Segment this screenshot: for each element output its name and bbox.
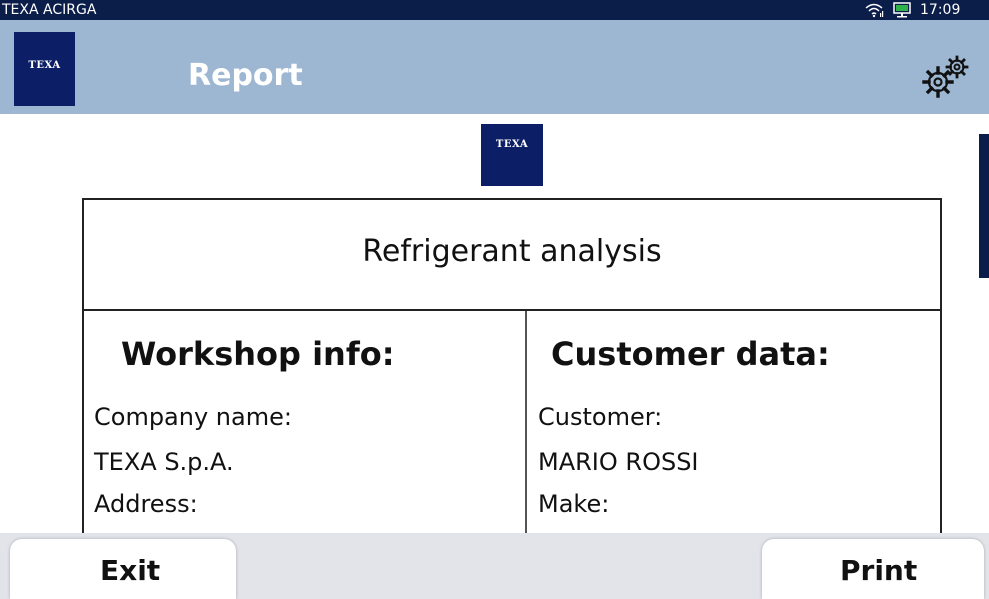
exit-button[interactable]: Exit <box>10 539 236 599</box>
report-title-row: Refrigerant analysis <box>84 200 940 311</box>
workshop-field-label: Address: <box>94 490 198 518</box>
customer-field-label: Customer: <box>538 403 663 431</box>
customer-field-value: MARIO ROSSI <box>538 448 699 476</box>
print-button[interactable]: Print <box>762 539 984 599</box>
workshop-info-heading: Workshop info: <box>121 335 395 373</box>
gears-icon <box>922 55 969 98</box>
network-icon <box>893 2 911 18</box>
customer-data-heading: Customer data: <box>551 335 830 373</box>
status-app-name: TEXA ACIRGA <box>2 2 97 18</box>
report-title: Refrigerant analysis <box>362 234 662 269</box>
print-button-label: Print <box>840 554 918 587</box>
status-time: 17:09 <box>920 2 961 18</box>
scrollbar[interactable] <box>979 134 989 278</box>
logo-text: TEXA <box>28 60 61 71</box>
app-header <box>0 20 989 114</box>
texa-logo: TEXA <box>14 32 75 106</box>
exit-button-label: Exit <box>100 554 161 587</box>
workshop-field-label: Company name: <box>94 403 292 431</box>
workshop-field-value: TEXA S.p.A. <box>94 448 234 476</box>
status-bar: TEXA ACIRGA 17:09 <box>0 0 989 20</box>
customer-field-label: Make: <box>538 490 610 518</box>
settings-button[interactable] <box>920 54 972 100</box>
report-logo-text: TEXA <box>495 139 529 150</box>
report-logo: TEXA <box>481 124 543 186</box>
page-title: Report <box>188 58 303 93</box>
wifi-icon <box>865 3 884 18</box>
